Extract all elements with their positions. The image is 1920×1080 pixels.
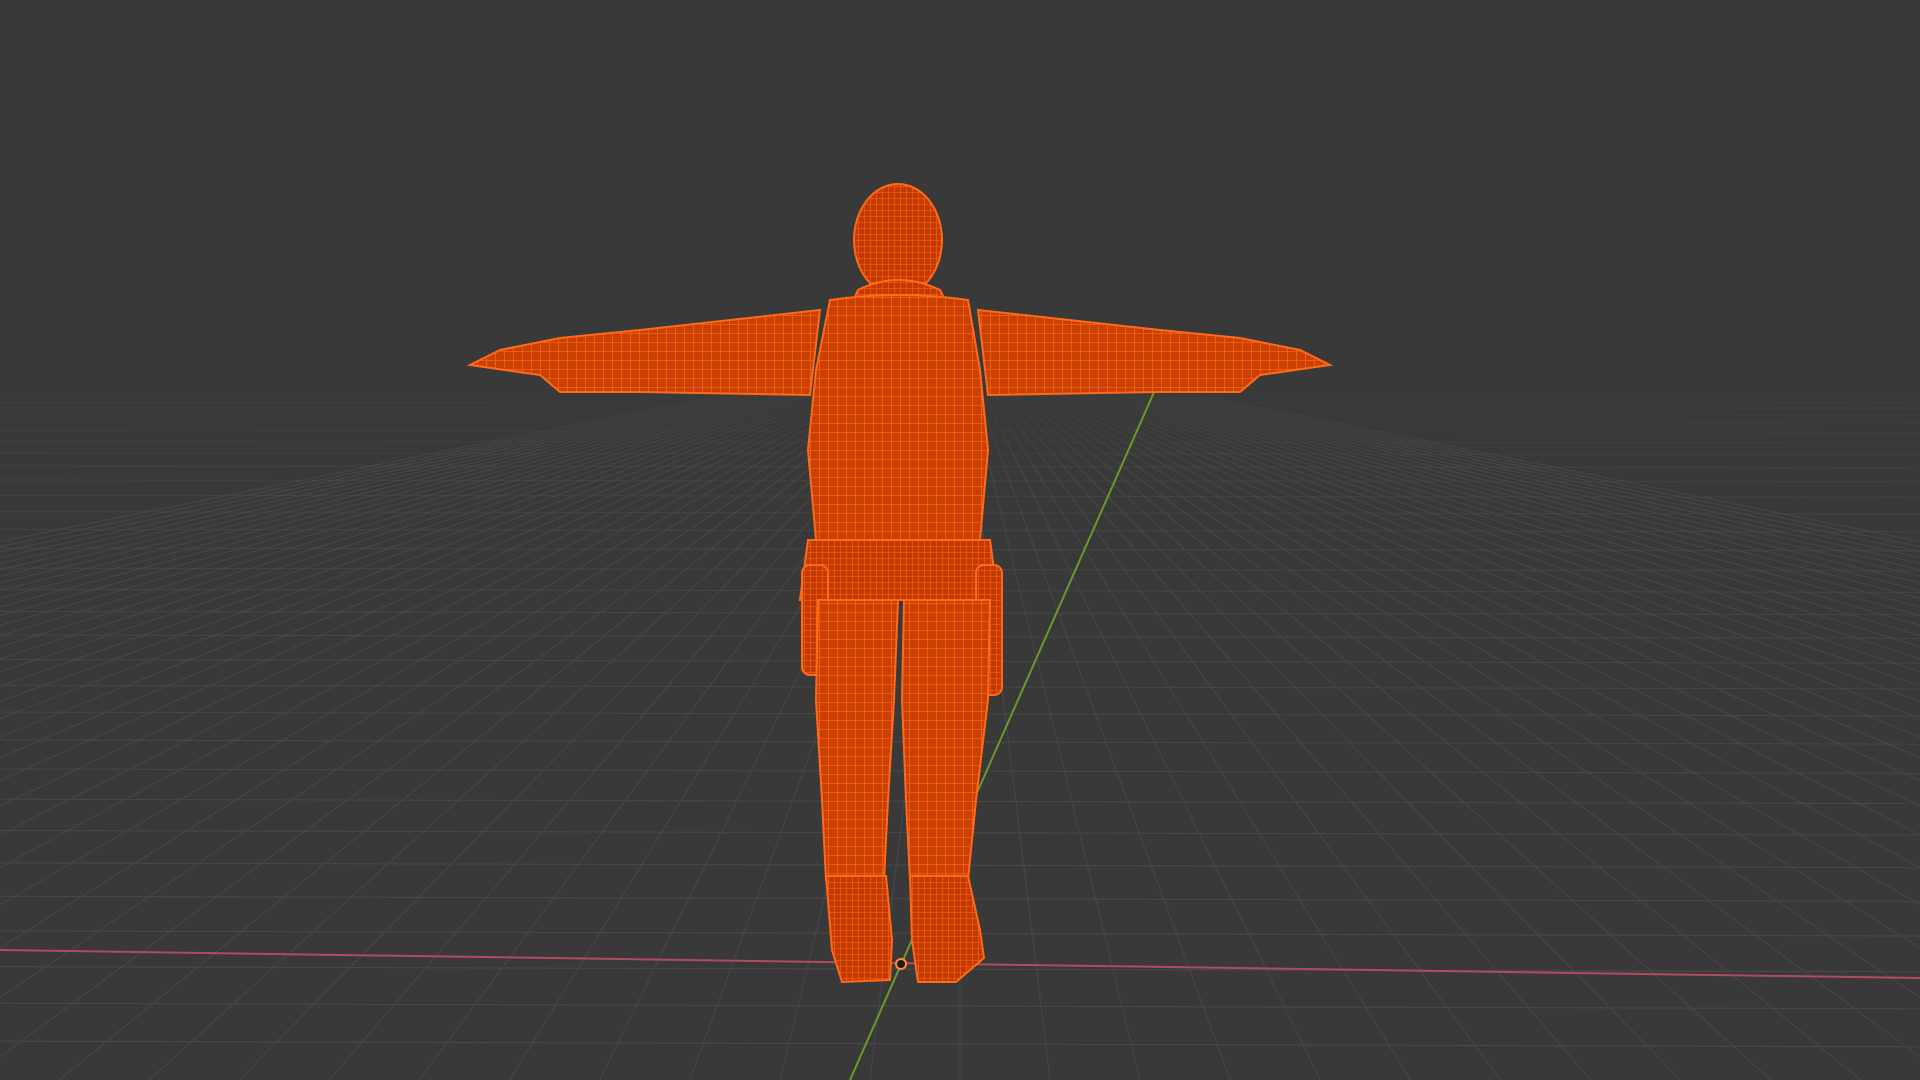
viewport-canvas[interactable] xyxy=(0,0,1920,1080)
mesh-boot-left[interactable] xyxy=(824,875,894,984)
mesh-leg-right[interactable] xyxy=(900,599,992,881)
mesh-hips[interactable] xyxy=(798,539,1000,601)
mesh-leg-left[interactable] xyxy=(814,599,900,881)
character-mesh[interactable] xyxy=(466,183,1334,984)
object-origin-marker[interactable] xyxy=(895,958,907,970)
mesh-boot-right[interactable] xyxy=(908,875,986,983)
3d-viewport[interactable] xyxy=(0,0,1920,1080)
mesh-torso[interactable] xyxy=(806,294,990,541)
